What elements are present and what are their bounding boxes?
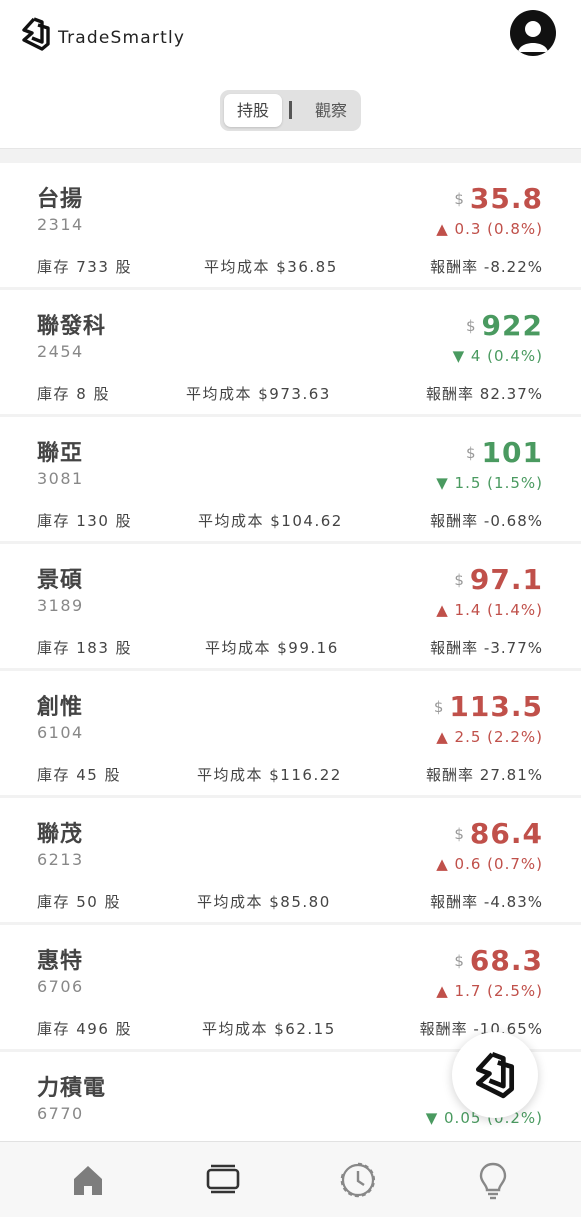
currency-symbol: $ — [454, 571, 464, 589]
tradesmartly-logo-icon — [475, 1051, 515, 1099]
price-change: ▲ 0.3 (0.8%) — [436, 220, 543, 238]
price-group: $101 — [466, 436, 543, 469]
stock-price: 97.1 — [469, 563, 543, 596]
user-avatar[interactable] — [510, 10, 556, 56]
stock-name: 聯茂 — [37, 822, 84, 847]
history-icon — [340, 1162, 376, 1198]
stock-code: 6770 — [37, 1104, 84, 1123]
return-rate: 報酬率 -3.77% — [430, 639, 543, 657]
nav-history[interactable] — [338, 1160, 378, 1200]
stock-price: 86.4 — [469, 817, 543, 850]
return-rate: 報酬率 27.81% — [426, 766, 543, 784]
stock-name: 聯發科 — [37, 314, 107, 339]
tab-holdings[interactable]: 持股 — [224, 94, 282, 127]
price-group: $35.8 — [454, 182, 543, 215]
portfolio-icon — [206, 1164, 240, 1194]
holding-card[interactable]: 創惟 6104 $113.5 ▲ 2.5 (2.2%) 庫存 45 股 平均成本 $116… — [0, 671, 581, 795]
app-name: TradeSmartly — [58, 28, 186, 48]
return-rate: 報酬率 -8.22% — [430, 258, 543, 276]
average-cost: 平均成本 $85.80 — [197, 893, 331, 911]
stock-code: 6213 — [37, 850, 84, 869]
stock-name: 台揚 — [37, 187, 84, 212]
nav-portfolio[interactable] — [203, 1160, 243, 1200]
stock-price: 113.5 — [449, 690, 543, 723]
currency-symbol: $ — [454, 952, 464, 970]
shares-held: 庫存 496 股 — [37, 1020, 133, 1038]
stock-code: 3189 — [37, 596, 84, 615]
lightbulb-icon — [479, 1162, 507, 1200]
holdings-list: 台揚 2314 $35.8 ▲ 0.3 (0.8%) 庫存 733 股 平均成本 $36.… — [0, 163, 581, 1179]
stock-price: 101 — [481, 436, 543, 469]
segment-divider — [289, 101, 292, 119]
currency-symbol: $ — [433, 698, 444, 716]
stock-code: 3081 — [37, 469, 84, 488]
holding-card[interactable]: 惠特 6706 $68.3 ▲ 1.7 (2.5%) 庫存 496 股 平均成本 $62.… — [0, 925, 581, 1049]
return-rate: 報酬率 -0.68% — [430, 512, 543, 530]
stock-name: 創惟 — [37, 695, 84, 720]
currency-symbol: $ — [466, 317, 476, 335]
shares-held: 庫存 183 股 — [37, 639, 133, 657]
price-group: $922 — [466, 309, 543, 342]
holding-card[interactable]: 聯亞 3081 $101 ▼ 1.5 (1.5%) 庫存 130 股 平均成本 $104.… — [0, 417, 581, 541]
tab-watchlist[interactable]: 觀察 — [306, 94, 356, 127]
holding-card[interactable]: 台揚 2314 $35.8 ▲ 0.3 (0.8%) 庫存 733 股 平均成本 $36.… — [0, 163, 581, 287]
price-change: ▲ 2.5 (2.2%) — [436, 728, 543, 746]
holding-card[interactable]: 聯茂 6213 $86.4 ▲ 0.6 (0.7%) 庫存 50 股 平均成本 $85.8… — [0, 798, 581, 922]
stock-name: 聯亞 — [37, 441, 84, 466]
price-group: $113.5 — [434, 690, 543, 723]
stock-price: 68.3 — [469, 944, 543, 977]
currency-symbol: $ — [454, 825, 464, 843]
nav-home[interactable] — [68, 1160, 108, 1200]
currency-symbol: $ — [466, 444, 476, 462]
bottom-navigation — [0, 1141, 581, 1217]
shares-held: 庫存 45 股 — [37, 766, 122, 784]
tradesmartly-fab-button[interactable] — [452, 1032, 538, 1118]
shares-held: 庫存 8 股 — [37, 385, 111, 403]
average-cost: 平均成本 $104.62 — [198, 512, 343, 530]
stock-name: 惠特 — [37, 949, 84, 974]
price-change: ▼ 1.5 (1.5%) — [436, 474, 543, 492]
stock-name: 景碩 — [37, 568, 84, 593]
price-group: $86.4 — [454, 817, 543, 850]
average-cost: 平均成本 $973.63 — [186, 385, 331, 403]
return-rate: 報酬率 82.37% — [426, 385, 543, 403]
stock-name: 力積電 — [37, 1076, 107, 1101]
average-cost: 平均成本 $36.85 — [204, 258, 338, 276]
stock-code: 6104 — [37, 723, 84, 742]
holding-card[interactable]: 景碩 3189 $97.1 ▲ 1.4 (1.4%) 庫存 183 股 平均成本 $99.… — [0, 544, 581, 668]
price-change: ▲ 1.4 (1.4%) — [436, 601, 543, 619]
home-icon — [74, 1166, 102, 1195]
price-group: $97.1 — [454, 563, 543, 596]
average-cost: 平均成本 $99.16 — [205, 639, 339, 657]
holding-card[interactable]: 聯發科 2454 $922 ▼ 4 (0.4%) 庫存 8 股 平均成本 $973.63 報… — [0, 290, 581, 414]
stock-price: 922 — [481, 309, 543, 342]
price-change: ▲ 0.6 (0.7%) — [436, 855, 543, 873]
stock-code: 2454 — [37, 342, 84, 361]
average-cost: 平均成本 $116.22 — [197, 766, 342, 784]
shares-held: 庫存 130 股 — [37, 512, 133, 530]
currency-symbol: $ — [454, 190, 464, 208]
user-avatar-icon — [518, 21, 548, 52]
shares-held: 庫存 733 股 — [37, 258, 133, 276]
stock-price: 35.8 — [469, 182, 543, 215]
average-cost: 平均成本 $62.15 — [202, 1020, 336, 1038]
price-change: ▼ 4 (0.4%) — [452, 347, 543, 365]
shares-held: 庫存 50 股 — [37, 893, 122, 911]
tradesmartly-logo-icon — [22, 17, 50, 51]
price-group: $68.3 — [454, 944, 543, 977]
return-rate: 報酬率 -4.83% — [430, 893, 543, 911]
nav-insights[interactable] — [473, 1160, 513, 1200]
app-header: TradeSmartly 持股 觀察 — [0, 0, 581, 149]
stock-code: 6706 — [37, 977, 84, 996]
holdings-watch-segmented-control: 持股 觀察 — [220, 90, 361, 131]
price-change: ▲ 1.7 (2.5%) — [436, 982, 543, 1000]
stock-code: 2314 — [37, 215, 84, 234]
